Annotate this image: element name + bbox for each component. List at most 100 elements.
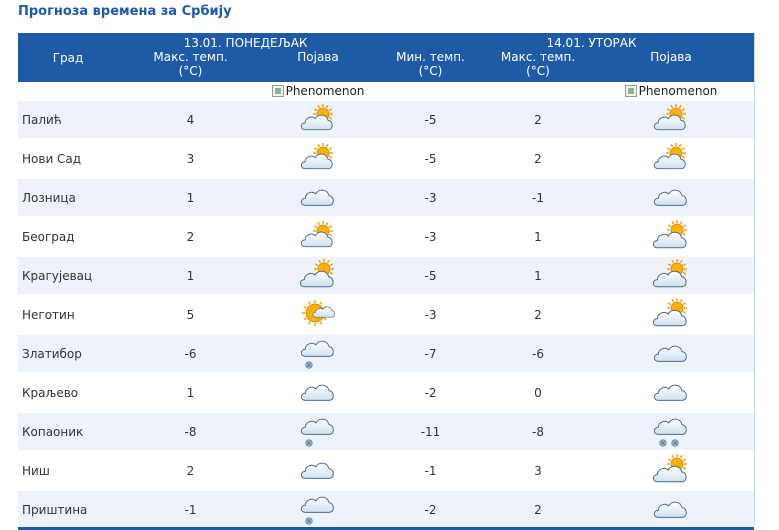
city-name: Копаоник: [18, 412, 118, 452]
phenomenon-day2: [588, 334, 754, 374]
city-name: Палић: [18, 101, 118, 140]
min-temp-day2: -1: [373, 451, 488, 491]
city-name: Крагујевац: [18, 256, 118, 296]
header-day1: 13.01. ПОНЕДЕЉАК: [118, 33, 373, 50]
city-name: Београд: [18, 217, 118, 257]
min-temp-day2: -11: [373, 412, 488, 452]
cloud-icon: [651, 189, 691, 206]
city-name: Краљево: [18, 373, 118, 413]
phenomenon-day1: [263, 295, 373, 335]
min-temp-day2: -2: [373, 373, 488, 413]
partly-cloudy-sun-icon: [651, 103, 691, 130]
forecast-table: Град 13.01. ПОНЕДЕЉАК 14.01. УТОРАК Макс…: [18, 33, 754, 530]
phenomenon-day1: [263, 139, 373, 179]
phenomenon-day1: [263, 217, 373, 257]
min-temp-day2: -5: [373, 139, 488, 179]
table-row: Београд 2 -3 1: [18, 217, 754, 257]
max-temp-day2: -1: [488, 178, 588, 218]
city-name: Ниш: [18, 451, 118, 491]
header-min-temp-day2: Мин. темп. (°C): [373, 50, 488, 82]
min-temp-day2: -5: [373, 256, 488, 296]
header-city: Град: [18, 33, 118, 82]
cloud-icon: [651, 384, 691, 401]
max-temp-day2: 2: [488, 101, 588, 140]
max-temp-day2: 0: [488, 373, 588, 413]
max-temp-day2: 3: [488, 451, 588, 491]
page-title: Прогноза времена за Србију: [18, 4, 232, 19]
table-row: Палић 4 -5 2: [18, 101, 754, 140]
phenomenon-day1: [263, 451, 373, 491]
header-phenomenon-day1: Појава: [263, 50, 373, 82]
table-row: Приштина -1 -2 2: [18, 490, 754, 530]
phenomenon-day1: [263, 334, 373, 374]
max-temp-day1: 5: [118, 295, 263, 335]
max-temp-day1: 2: [118, 451, 263, 491]
table-row: Лозница 1 -3 -1: [18, 178, 754, 218]
max-temp-day2: 2: [488, 139, 588, 179]
partly-cloudy-sun-icon: [298, 220, 338, 247]
sun-cloud-icon: [298, 299, 338, 326]
max-temp-day2: 1: [488, 256, 588, 296]
city-name: Нови Сад: [18, 139, 118, 179]
phenomenon-day2: [588, 178, 754, 218]
phenomenon-day1: [263, 101, 373, 140]
cloud-heavy-snow-icon: [651, 418, 691, 447]
min-temp-day2: -3: [373, 217, 488, 257]
phenomenon-day2: [588, 412, 754, 452]
mostly-cloudy-sun-icon: [651, 219, 691, 248]
phenomenon-day2: [588, 373, 754, 413]
phenomenon-day2: [588, 490, 754, 530]
table-row: Нови Сад 3 -5 2: [18, 139, 754, 179]
table-row: Златибор -6 -7 -6: [18, 334, 754, 374]
max-temp-day1: -6: [118, 334, 263, 374]
cloud-snow-icon: [298, 418, 338, 447]
cloud-icon: [298, 462, 338, 479]
city-name: Приштина: [18, 490, 118, 530]
min-temp-day2: -2: [373, 490, 488, 530]
cloud-snow-icon: [298, 340, 338, 369]
max-temp-day2: 2: [488, 295, 588, 335]
max-temp-day1: 1: [118, 178, 263, 218]
mostly-cloudy-sun-icon: [298, 258, 338, 287]
cloud-icon: [298, 189, 338, 206]
header-max-temp-day1: Макс. темп. (°C): [118, 50, 263, 82]
phenomenon-day1: [263, 256, 373, 296]
partly-cloudy-sun-icon: [651, 142, 691, 169]
max-temp-day1: 3: [118, 139, 263, 179]
cloud-snow-icon: [298, 496, 338, 525]
header-day2: 14.01. УТОРАК: [373, 33, 754, 50]
table-row: Ниш 2 -1 3: [18, 451, 754, 491]
phenomenon-day2: [588, 217, 754, 257]
phenomenon-day1: [263, 178, 373, 218]
phenomenon-day1: [263, 490, 373, 530]
cloud-icon: [651, 345, 691, 362]
max-temp-day1: 2: [118, 217, 263, 257]
header-max-temp-day2: Макс. темп. (°C): [488, 50, 588, 82]
mostly-cloudy-sun-icon: [651, 258, 691, 287]
mostly-cloudy-sun-icon: [651, 453, 691, 482]
min-temp-day2: -5: [373, 101, 488, 140]
partly-cloudy-sun-icon: [298, 142, 338, 169]
phenomenon-day2: [588, 139, 754, 179]
max-temp-day1: 1: [118, 373, 263, 413]
city-name: Златибор: [18, 334, 118, 374]
city-name: Лозница: [18, 178, 118, 218]
max-temp-day1: -8: [118, 412, 263, 452]
table-row: Крагујевац 1 -5 1: [18, 256, 754, 296]
table-row: Краљево 1 -2 0: [18, 373, 754, 413]
cloud-icon: [298, 384, 338, 401]
cloud-icon: [651, 501, 691, 518]
phenomenon-day2: [588, 256, 754, 296]
phenomenon-day2: [588, 295, 754, 335]
phenomenon-day2: [588, 101, 754, 140]
max-temp-day2: -6: [488, 334, 588, 374]
mostly-cloudy-sun-icon: [651, 297, 691, 326]
max-temp-day2: -8: [488, 412, 588, 452]
max-temp-day1: -1: [118, 490, 263, 530]
header-phenomenon-day2: Појава: [588, 50, 754, 82]
min-temp-day2: -7: [373, 334, 488, 374]
partly-cloudy-sun-icon: [298, 103, 338, 130]
broken-image-phenomenon: Phenomenon: [624, 84, 717, 98]
min-temp-day2: -3: [373, 178, 488, 218]
broken-image-phenomenon: Phenomenon: [271, 84, 364, 98]
